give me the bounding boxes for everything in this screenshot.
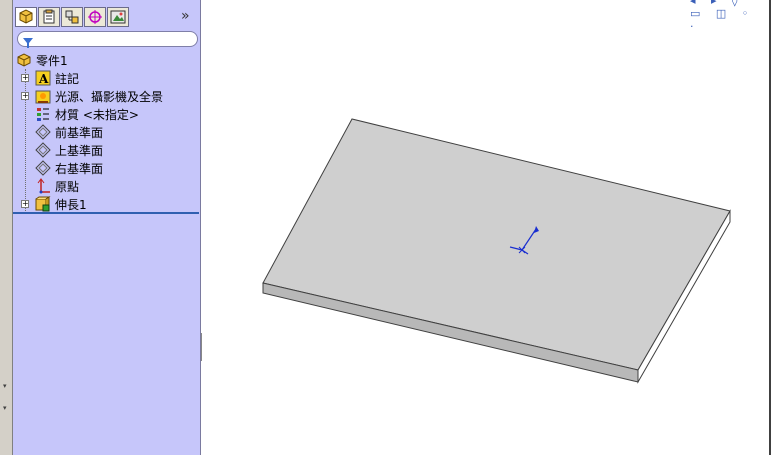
tree-item-extrude[interactable]: + 伸長1 bbox=[13, 195, 201, 213]
tree-rollback-bar[interactable] bbox=[13, 212, 199, 214]
tree-item-origin[interactable]: 原點 bbox=[35, 177, 79, 195]
graphics-area[interactable]: ◂ ▸ ◊ ▭ ◫ ◦ · bbox=[202, 0, 771, 455]
part-icon bbox=[16, 52, 32, 68]
tree-item-label: 伸長1 bbox=[55, 197, 87, 212]
display-manager-tab[interactable] bbox=[107, 7, 129, 27]
configurationmanager-icon bbox=[65, 10, 79, 24]
strip-marker: ▾ bbox=[3, 382, 7, 390]
strip-marker: ▾ bbox=[3, 404, 7, 412]
expand-toggle[interactable]: + bbox=[21, 200, 29, 208]
tree-item-label: 上基準面 bbox=[55, 143, 104, 158]
tree-item-label: 材質 <未指定> bbox=[55, 107, 139, 122]
tree-item-part[interactable]: 零件1 bbox=[16, 51, 68, 69]
tree-item-annotations[interactable]: + A 註記 bbox=[13, 69, 201, 87]
tree-item-top-plane[interactable]: 上基準面 bbox=[35, 141, 103, 159]
featuremanager-tab[interactable] bbox=[15, 7, 37, 27]
manager-tabs bbox=[15, 7, 130, 29]
left-toolbar-strip: ▾ ▾ bbox=[0, 0, 13, 455]
tree-item-label: 註記 bbox=[55, 71, 80, 86]
tree-item-label: 右基準面 bbox=[55, 161, 104, 176]
expand-panel-button[interactable]: » bbox=[181, 7, 190, 25]
tree-item-label: 零件1 bbox=[36, 53, 68, 68]
plane-icon bbox=[35, 124, 51, 140]
configurationmanager-tab[interactable] bbox=[61, 7, 83, 27]
origin-icon bbox=[35, 178, 51, 194]
model-view bbox=[262, 118, 731, 384]
annotations-icon: A bbox=[35, 70, 51, 86]
tree-item-label: 原點 bbox=[55, 179, 80, 194]
tree-item-front-plane[interactable]: 前基準面 bbox=[35, 123, 103, 141]
plane-icon bbox=[35, 142, 51, 158]
featuremanager-icon bbox=[19, 9, 33, 24]
tree-item-material[interactable]: 材質 <未指定> bbox=[35, 105, 139, 123]
propertymanager-tab[interactable] bbox=[38, 7, 60, 27]
tree-filter-input[interactable] bbox=[17, 31, 198, 48]
expand-toggle[interactable]: + bbox=[21, 92, 29, 100]
tree-item-right-plane[interactable]: 右基準面 bbox=[35, 159, 103, 177]
tree-item-lights-cameras[interactable]: + 光源、攝影機及全景 bbox=[13, 87, 201, 105]
dimxpert-crosshair-icon bbox=[88, 10, 102, 24]
plane-icon bbox=[35, 160, 51, 176]
dimxpert-tab[interactable] bbox=[84, 7, 106, 27]
display-manager-icon bbox=[110, 10, 126, 24]
propertymanager-icon bbox=[43, 9, 55, 24]
extrude-icon bbox=[35, 196, 51, 212]
tree-item-label: 光源、攝影機及全景 bbox=[55, 89, 164, 104]
tree-item-label: 前基準面 bbox=[55, 125, 104, 140]
svg-text:A: A bbox=[38, 72, 49, 86]
feature-manager-panel: » 零件1 + A 註記 + 光源、攝影機及全景 材質 <未指定> 前基準面 上… bbox=[13, 0, 201, 455]
material-icon bbox=[35, 106, 51, 122]
expand-toggle[interactable]: + bbox=[21, 74, 29, 82]
lights-cameras-icon bbox=[35, 88, 51, 104]
